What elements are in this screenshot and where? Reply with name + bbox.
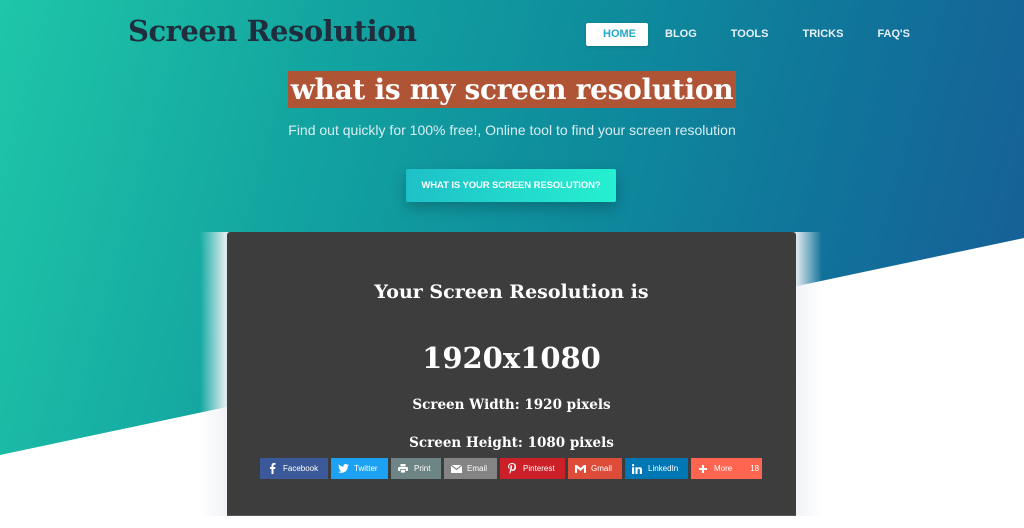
- share-bar: Facebook Twitter Print Email Pinterest G…: [260, 458, 762, 479]
- share-label: Facebook: [283, 464, 319, 473]
- screen-width-text: Screen Width: 1920 pixels: [412, 397, 611, 413]
- twitter-icon: [337, 463, 349, 475]
- share-facebook-button[interactable]: Facebook: [260, 458, 328, 479]
- share-count: 18: [750, 464, 760, 473]
- nav-blog[interactable]: BLOG: [648, 23, 714, 46]
- share-label: Twitter: [354, 464, 378, 473]
- site-logo[interactable]: Screen Resolution: [128, 14, 417, 48]
- share-label: More: [714, 464, 733, 473]
- screen-height-text: Screen Height: 1080 pixels: [409, 435, 614, 451]
- nav-tools[interactable]: TOOLS: [714, 23, 786, 46]
- hero-subtitle: Find out quickly for 100% free!, Online …: [288, 122, 736, 138]
- share-label: Email: [467, 464, 488, 473]
- share-gmail-button[interactable]: Gmail: [568, 458, 622, 479]
- linkedin-icon: [631, 463, 643, 475]
- gmail-icon: [574, 463, 586, 475]
- share-linkedin-button[interactable]: LinkedIn: [625, 458, 688, 479]
- share-twitter-button[interactable]: Twitter: [331, 458, 388, 479]
- facebook-icon: [266, 463, 278, 475]
- share-label: Gmail: [591, 464, 612, 473]
- share-label: Pinterest: [523, 464, 555, 473]
- email-icon: [450, 463, 462, 475]
- pinterest-icon: [506, 463, 518, 475]
- plus-icon: [697, 463, 709, 475]
- page-headline: what is my screen resolution: [287, 71, 737, 108]
- resolution-card: Your Screen Resolution is 1920x1080 Scre…: [227, 232, 796, 516]
- nav-home[interactable]: HOME: [586, 23, 648, 46]
- share-print-button[interactable]: Print: [391, 458, 441, 479]
- share-pinterest-button[interactable]: Pinterest: [500, 458, 565, 479]
- headline-wrapper: what is my screen resolution: [0, 71, 1024, 108]
- check-resolution-button[interactable]: WHAT IS YOUR SCREEN RESOLUTION?: [406, 169, 616, 202]
- main-nav: HOME BLOG TOOLS TRICKS FAQ'S: [586, 23, 927, 46]
- share-email-button[interactable]: Email: [444, 458, 497, 479]
- share-label: Print: [414, 464, 431, 473]
- print-icon: [397, 463, 409, 475]
- card-title: Your Screen Resolution is: [374, 281, 649, 303]
- share-label: LinkedIn: [648, 464, 679, 473]
- share-more-button[interactable]: More 18: [691, 458, 762, 479]
- nav-faqs[interactable]: FAQ'S: [860, 23, 927, 46]
- nav-tricks[interactable]: TRICKS: [785, 23, 860, 46]
- resolution-value: 1920x1080: [422, 341, 601, 375]
